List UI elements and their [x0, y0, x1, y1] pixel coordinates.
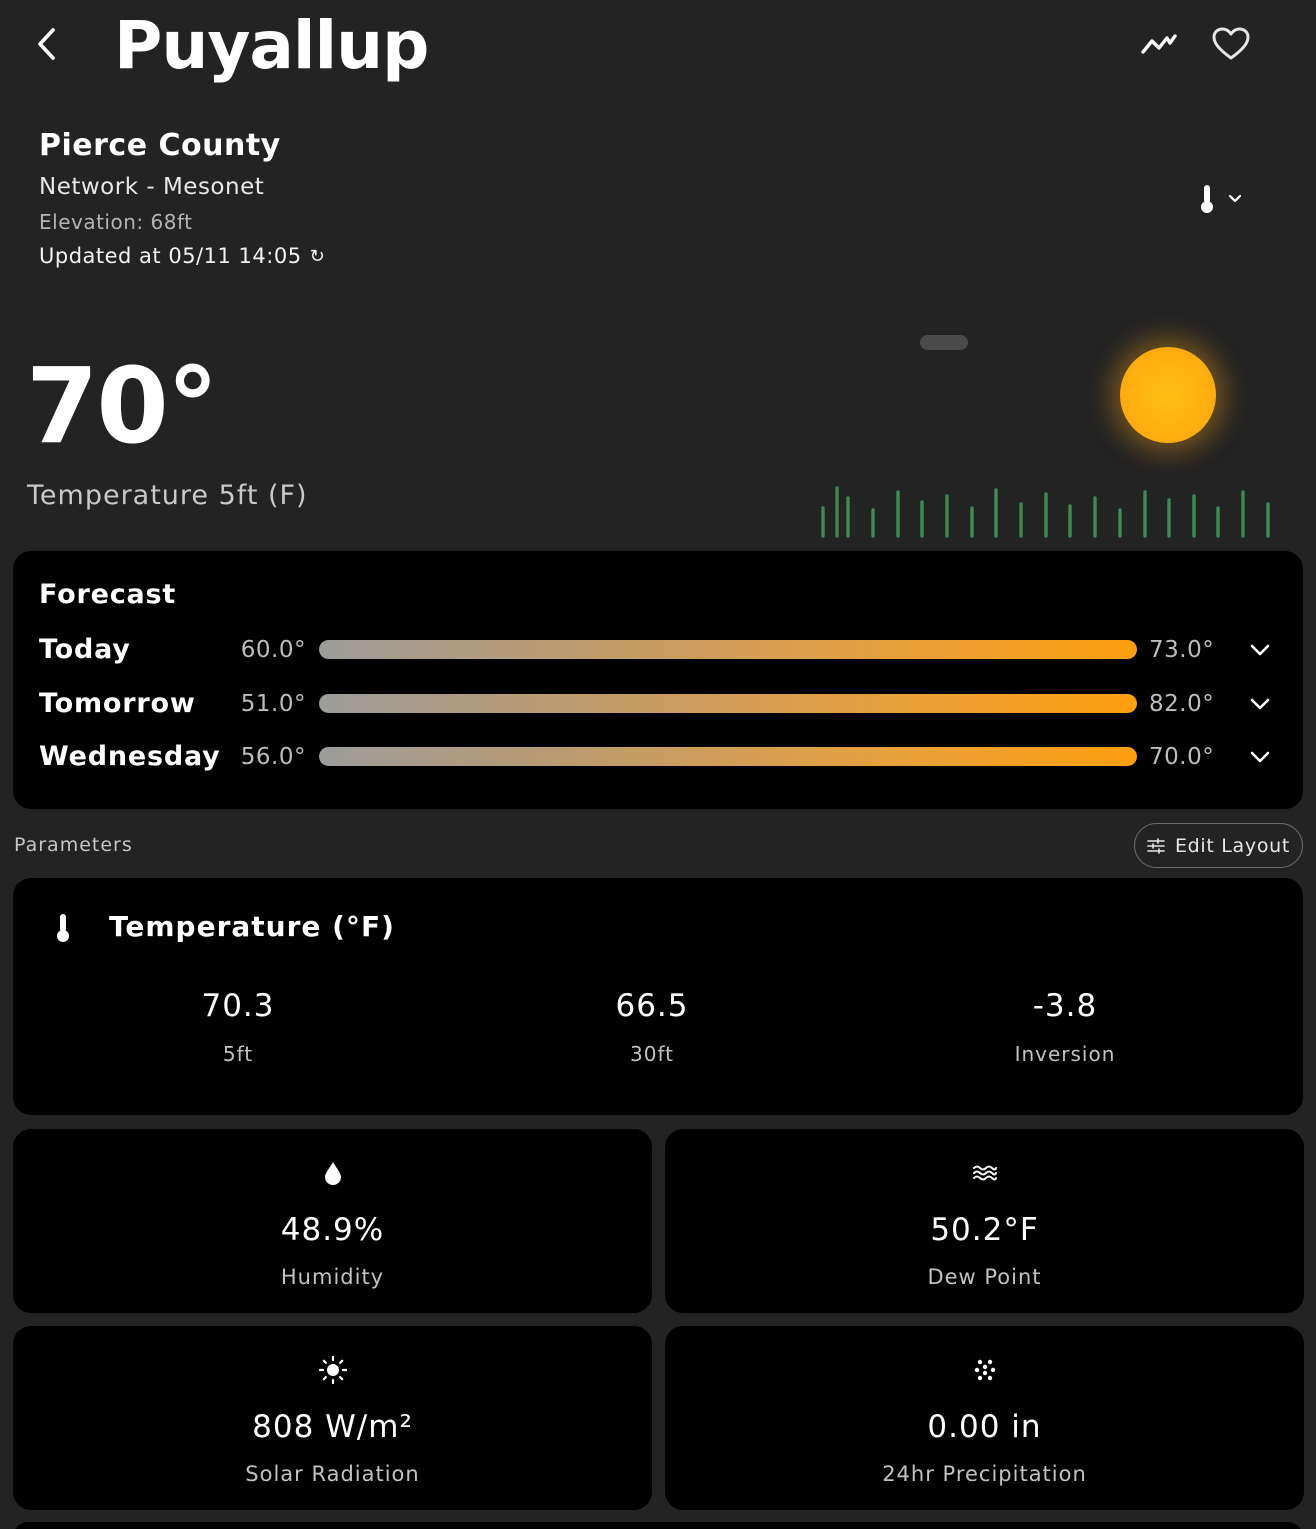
forecast-high: 70.0°	[1149, 744, 1215, 770]
temperature-label: 5ft	[222, 1042, 254, 1066]
dew-point-value: 50.2°F	[930, 1212, 1039, 1248]
edit-layout-button[interactable]: Edit Layout	[1134, 823, 1303, 868]
refresh-icon[interactable]: ↻	[310, 246, 326, 267]
current-temperature-label: Temperature 5ft (F)	[27, 480, 308, 511]
dew-point-card[interactable]: 50.2°F Dew Point	[665, 1129, 1304, 1313]
network-label: Network - Mesonet	[39, 174, 265, 200]
pager-handle[interactable]	[920, 335, 968, 350]
temperature-card-title: Temperature (°F)	[109, 910, 395, 943]
updated-timestamp: Updated at 05/11 14:05 ↻	[39, 244, 325, 268]
forecast-row-today[interactable]: Today 60.0° 73.0°	[13, 630, 1303, 670]
thermometer-icon	[57, 914, 69, 942]
humidity-value: 48.9%	[280, 1212, 385, 1248]
county-name: Pierce County	[39, 128, 281, 163]
forecast-low: 51.0°	[240, 691, 306, 717]
chevron-down-icon	[1250, 698, 1270, 710]
temperature-30ft: 66.5 30ft	[502, 988, 802, 1066]
grass-illustration	[821, 486, 1270, 538]
chevron-left-icon	[38, 28, 55, 60]
forecast-row-wednesday[interactable]: Wednesday 56.0° 70.0°	[13, 737, 1303, 777]
forecast-low: 56.0°	[240, 744, 306, 770]
temperature-label: Inversion	[1014, 1042, 1116, 1066]
sliders-icon	[1147, 837, 1165, 854]
precipitation-card[interactable]: 0.00 in 24hr Precipitation	[665, 1326, 1304, 1510]
forecast-day: Tomorrow	[39, 688, 196, 719]
sun-icon	[318, 1356, 347, 1384]
heart-outline-icon	[1212, 27, 1250, 60]
favorite-button[interactable]	[1206, 20, 1256, 68]
precipitation-label: 24hr Precipitation	[882, 1462, 1087, 1486]
precipitation-value: 0.00 in	[927, 1409, 1042, 1445]
temperature-value: 70.3	[201, 988, 275, 1024]
droplet-icon	[324, 1162, 341, 1185]
sun-icon	[1120, 347, 1216, 443]
forecast-title: Forecast	[39, 579, 177, 610]
solar-radiation-label: Solar Radiation	[245, 1462, 420, 1486]
solar-radiation-value: 808 W/m²	[252, 1409, 413, 1445]
forecast-day: Today	[39, 634, 131, 665]
next-card-partial	[13, 1522, 1303, 1529]
humidity-label: Humidity	[280, 1265, 385, 1289]
forecast-card: Forecast Today 60.0° 73.0° Tomorrow 51.0…	[13, 551, 1303, 809]
forecast-high: 82.0°	[1149, 691, 1215, 717]
forecast-high: 73.0°	[1149, 637, 1215, 663]
parameters-label: Parameters	[14, 834, 133, 856]
chevron-down-icon	[1250, 751, 1270, 763]
trend-button[interactable]	[1136, 22, 1182, 66]
chevron-down-icon	[1250, 644, 1270, 656]
temperature-label: 30ft	[630, 1042, 674, 1066]
solar-radiation-card[interactable]: 808 W/m² Solar Radiation	[13, 1326, 652, 1510]
expand-button[interactable]	[1243, 741, 1277, 773]
humidity-card[interactable]: 48.9% Humidity	[13, 1129, 652, 1313]
thermometer-icon	[1201, 185, 1213, 213]
trend-line-icon	[1141, 34, 1177, 54]
temperature-inversion: -3.8 Inversion	[915, 988, 1215, 1066]
forecast-range-bar	[319, 694, 1137, 713]
rain-dots-icon	[974, 1359, 995, 1381]
temperature-value: 66.5	[615, 988, 689, 1024]
waves-icon	[972, 1165, 997, 1181]
forecast-low: 60.0°	[240, 637, 306, 663]
elevation-label: Elevation: 68ft	[39, 210, 193, 234]
expand-button[interactable]	[1243, 634, 1277, 666]
updated-text: Updated at 05/11 14:05	[39, 244, 302, 268]
forecast-range-bar	[319, 747, 1137, 766]
edit-layout-label: Edit Layout	[1174, 834, 1291, 857]
forecast-row-tomorrow[interactable]: Tomorrow 51.0° 82.0°	[13, 684, 1303, 724]
forecast-range-bar	[319, 640, 1137, 659]
temperature-card[interactable]: Temperature (°F) 70.3 5ft 66.5 30ft -3.8…	[13, 878, 1303, 1115]
temperature-value: -3.8	[1032, 988, 1098, 1024]
chevron-down-icon	[1228, 194, 1242, 203]
city-title: Puyallup	[114, 7, 429, 84]
forecast-day: Wednesday	[39, 741, 221, 772]
dew-point-label: Dew Point	[927, 1265, 1042, 1289]
expand-button[interactable]	[1243, 688, 1277, 720]
parameter-selector[interactable]	[1200, 178, 1270, 220]
back-button[interactable]	[28, 22, 64, 66]
current-temperature: 70°	[26, 345, 219, 467]
temperature-5ft: 70.3 5ft	[88, 988, 388, 1066]
